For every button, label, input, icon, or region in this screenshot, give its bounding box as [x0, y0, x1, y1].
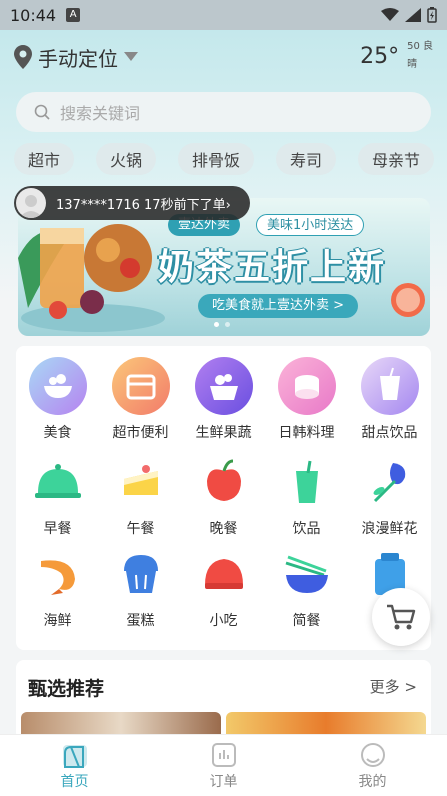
category-label: 美食	[43, 425, 72, 441]
bun-icon	[204, 559, 243, 589]
vegetable-basket-icon	[194, 357, 253, 415]
weather-condition: 晴	[407, 59, 418, 70]
category-item[interactable]: 午餐	[99, 452, 182, 544]
toast-message: 137****1716 17秒前下了单›	[56, 197, 231, 213]
flower-icon	[373, 463, 405, 503]
orders-icon	[211, 743, 236, 767]
quick-tag[interactable]: 寿司	[275, 143, 336, 175]
tab-home[interactable]: 首页	[0, 735, 149, 796]
category-item[interactable]: 早餐	[16, 452, 99, 544]
quick-tag[interactable]: 母亲节	[357, 143, 434, 175]
category-label: 超市便利	[112, 425, 169, 441]
user-silhouette-icon	[19, 195, 43, 218]
category-item[interactable]: 蛋糕	[99, 544, 182, 636]
tab-label: 我的	[358, 774, 387, 790]
store-box-icon	[111, 357, 170, 415]
status-icons	[381, 7, 437, 23]
avatar	[16, 188, 46, 218]
category-item[interactable]: 甜点饮品	[348, 356, 431, 452]
home-icon	[62, 745, 87, 768]
banner-slogan[interactable]: 吃美食就上壹达外卖 >	[198, 294, 359, 318]
weather-detail: 50 良 晴	[407, 38, 433, 74]
sushi-icon	[277, 357, 336, 415]
quick-tag[interactable]: 排骨饭	[177, 143, 254, 175]
category-item[interactable]: 日韩料理	[265, 356, 348, 452]
tab-orders[interactable]: 订单	[149, 735, 298, 796]
category-item[interactable]: 美食	[16, 356, 99, 452]
category-item[interactable]: 小吃	[182, 544, 265, 636]
juice-cup-icon	[295, 460, 318, 503]
cart-icon	[387, 604, 416, 630]
recommend-more-link[interactable]: 更多 >	[370, 676, 417, 697]
category-label: 甜点饮品	[361, 425, 418, 441]
category-label: 早餐	[43, 521, 72, 537]
cupcake-icon	[123, 555, 158, 593]
category-panel: 美食 超市便利 生鲜果蔬 日韩料理 甜点饮品 早餐 午餐 晚餐 饮品 浪漫鲜花 …	[16, 346, 431, 650]
category-label: 饮品	[292, 521, 321, 537]
category-label: 日韩料理	[278, 425, 335, 441]
food-bowl-icon	[28, 357, 87, 415]
category-item[interactable]: 简餐	[265, 544, 348, 636]
noodle-bowl-icon	[285, 555, 328, 593]
search-placeholder: 搜索关键词	[60, 104, 141, 123]
weather-aqi: 50 良	[407, 41, 433, 52]
search-icon	[34, 104, 50, 120]
category-item[interactable]: 生鲜果蔬	[182, 356, 265, 452]
category-label: 浪漫鲜花	[361, 521, 418, 537]
category-label: 小吃	[209, 613, 238, 629]
location-pin-icon	[14, 45, 32, 69]
category-label: 午餐	[126, 521, 155, 537]
apple-icon	[206, 459, 241, 501]
recommend-title: 甄选推荐	[28, 678, 105, 700]
battery-icon	[427, 7, 437, 23]
bottom-tab-bar: 首页 订单 我的	[0, 734, 447, 796]
category-label: 蛋糕	[126, 613, 155, 629]
quick-tags: 超市 火锅 排骨饭 寿司 母亲节	[14, 143, 434, 175]
category-label: 生鲜果蔬	[195, 425, 252, 441]
profile-icon	[360, 743, 385, 767]
shrimp-icon	[40, 560, 75, 595]
signal-icon	[405, 8, 421, 22]
category-label: 晚餐	[209, 521, 238, 537]
tab-label: 订单	[209, 774, 238, 790]
caret-down-icon	[124, 52, 138, 61]
drink-cup-icon	[360, 357, 419, 415]
weather-temp: 25°	[360, 44, 400, 69]
banner-pagination	[214, 322, 230, 327]
category-label: 简餐	[292, 613, 321, 629]
category-item[interactable]: 饮品	[265, 452, 348, 544]
order-toast[interactable]: 137****1716 17秒前下了单›	[14, 186, 250, 220]
category-label: 海鲜	[43, 613, 72, 629]
cake-slice-icon	[123, 465, 158, 495]
status-bar: 10:44 A	[0, 0, 447, 30]
status-time: 10:44	[10, 5, 57, 25]
category-item[interactable]: 海鲜	[16, 544, 99, 636]
category-item[interactable]: 超市便利	[99, 356, 182, 452]
weather-widget: 25° 50 良 晴	[360, 38, 433, 74]
grapefruit-icon	[391, 283, 425, 317]
quick-tag[interactable]: 火锅	[95, 143, 156, 175]
floating-cart-button[interactable]	[372, 588, 430, 646]
tab-label: 首页	[60, 774, 89, 790]
tab-profile[interactable]: 我的	[298, 735, 447, 796]
category-item[interactable]: 浪漫鲜花	[348, 452, 431, 544]
notification-icon: A	[66, 8, 81, 22]
wifi-icon	[381, 8, 399, 21]
quick-tag[interactable]: 超市	[14, 143, 75, 175]
banner-headline: 奶茶五折上新	[158, 247, 387, 288]
category-item[interactable]: 晚餐	[182, 452, 265, 544]
banner-dot[interactable]	[214, 322, 219, 327]
dish-cover-icon	[34, 464, 81, 498]
banner-badge: 美味1小时送达	[256, 214, 365, 236]
recommend-section: 甄选推荐 更多 >	[16, 660, 431, 740]
search-bar[interactable]: 搜索关键词	[16, 92, 431, 132]
banner-dot[interactable]	[225, 322, 230, 327]
location-label: 手动定位	[38, 46, 118, 71]
location-selector[interactable]: 手动定位	[14, 40, 138, 74]
